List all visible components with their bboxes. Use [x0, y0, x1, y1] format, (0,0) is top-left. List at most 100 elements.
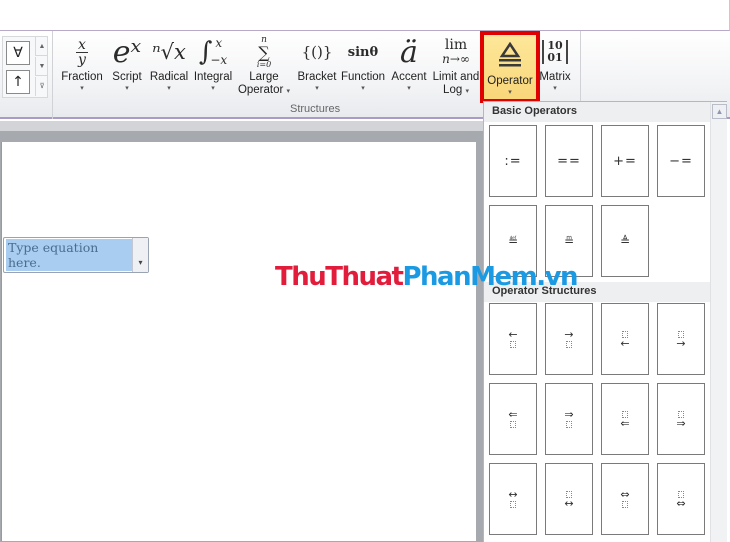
- large-operator-label-2: Operator ▾: [236, 84, 292, 97]
- placeholder-box: [510, 500, 516, 508]
- integral-upper-limit: x: [215, 36, 223, 50]
- symbol-more-button[interactable]: ⊽: [35, 77, 48, 96]
- watermark: ThuThuatPhanMem.vn: [275, 262, 579, 292]
- structure-glyph: →: [676, 330, 686, 349]
- radical-icon: ⁿ√x: [148, 33, 190, 71]
- equation-box[interactable]: Type equation here. ▾: [3, 237, 149, 273]
- operator-colon-equals[interactable]: :=: [489, 125, 537, 197]
- chevron-down-icon: ▾: [361, 85, 365, 92]
- symbol-gallery: ∀ ↑ ▲ ▼ ⊽: [2, 36, 48, 98]
- symbol-up-arrow[interactable]: ↑: [6, 70, 30, 94]
- chevron-down-icon: ▾: [508, 89, 512, 96]
- structure-glyph: ⇐: [508, 407, 518, 429]
- script-label: Script: [112, 71, 142, 83]
- chevron-down-icon: ▾: [211, 85, 215, 92]
- operator-structure-double-right-arrow-above[interactable]: ⇒: [657, 383, 705, 455]
- operator-structure-double-left-arrow-below[interactable]: ⇐: [489, 383, 537, 455]
- equation-options-button[interactable]: ▾: [132, 238, 148, 272]
- operator-structure-right-arrow-above[interactable]: →: [657, 303, 705, 375]
- structure-glyph: ⇒: [564, 407, 574, 429]
- operator-label: Operator: [487, 75, 533, 87]
- operator-symbol: ≝: [507, 234, 519, 248]
- function-label: Function: [340, 71, 386, 83]
- limit-bottom: n→∞: [442, 52, 470, 66]
- chevron-down-icon: ▾: [80, 85, 84, 92]
- arrow-icon: ↔: [508, 487, 518, 501]
- arrow-icon: ⇒: [676, 416, 686, 430]
- symbol-scroll-up-button[interactable]: ▲: [35, 37, 48, 56]
- accent-glyph: ä: [400, 34, 418, 70]
- document-page[interactable]: [1, 142, 476, 541]
- operator-symbol: +=: [613, 153, 637, 169]
- operator-gallery: Basic Operators := == += −= ≝ ≞ ≜ Operat…: [483, 101, 727, 542]
- chevron-down-icon: ▾: [315, 85, 319, 92]
- symbol-for-all[interactable]: ∀: [6, 41, 30, 65]
- fraction-numerator: x: [78, 36, 86, 53]
- placeholder-box: [622, 500, 628, 508]
- symbol-scroll-down-button[interactable]: ▼: [35, 57, 48, 76]
- arrow-icon: ←: [620, 336, 630, 350]
- arrow-icon: ←: [508, 327, 518, 341]
- document-ruler-bar: [0, 121, 485, 131]
- accent-label: Accent: [391, 71, 427, 83]
- operator-button[interactable]: Operator ▾: [480, 31, 540, 103]
- structure-glyph: ⇔: [676, 490, 686, 510]
- fraction-button[interactable]: x y Fraction ▾: [58, 33, 106, 94]
- operator-minus-equals[interactable]: −=: [657, 125, 705, 197]
- arrow-icon: ⇔: [676, 496, 686, 510]
- operator-structure-left-arrow-above[interactable]: ←: [601, 303, 649, 375]
- bracket-button[interactable]: {()} Bracket ▾: [296, 33, 338, 94]
- sum-glyph: ∑: [258, 42, 270, 62]
- placeholder-box: [566, 420, 572, 428]
- operator-structure-double-left-right-arrow-below[interactable]: ⇔: [601, 463, 649, 535]
- group-separator: [580, 31, 581, 105]
- watermark-part-1: ThuThuat: [275, 262, 404, 292]
- sum-lower: i=0: [256, 59, 272, 69]
- equation-input[interactable]: Type equation here.: [6, 239, 133, 271]
- large-operator-icon: n ∑ i=0: [236, 33, 292, 71]
- arrow-icon: ⇐: [508, 407, 518, 421]
- gallery-scrollbar[interactable]: ▲: [710, 102, 727, 542]
- operator-plus-equals[interactable]: +=: [601, 125, 649, 197]
- chevron-down-icon: ▾: [465, 88, 469, 95]
- large-operator-button[interactable]: n ∑ i=0 Large Operator ▾: [236, 33, 292, 97]
- structure-glyph: ←: [508, 327, 518, 349]
- radical-glyph: ⁿ√x: [152, 40, 186, 64]
- function-glyph: sinθ: [347, 44, 379, 60]
- matrix-button[interactable]: 10 01 Matrix ▾: [537, 33, 573, 94]
- gallery-scroll-up-button[interactable]: ▲: [712, 104, 727, 119]
- limit-log-icon: lim n→∞: [430, 33, 482, 71]
- operator-structure-left-arrow-below[interactable]: ←: [489, 303, 537, 375]
- operator-symbol: ==: [557, 153, 581, 169]
- accent-button[interactable]: ä Accent ▾: [389, 33, 429, 94]
- function-button[interactable]: sinθ Function ▾: [339, 33, 387, 94]
- basic-operators-header: Basic Operators: [484, 102, 710, 122]
- radical-button[interactable]: ⁿ√x Radical ▾: [148, 33, 190, 94]
- operator-structure-double-right-arrow-below[interactable]: ⇒: [545, 383, 593, 455]
- operator-delta-equal-to[interactable]: ≜: [601, 205, 649, 277]
- arrow-icon: ⇒: [564, 407, 574, 421]
- operator-structure-double-left-right-arrow-above[interactable]: ⇔: [657, 463, 705, 535]
- limit-log-label-2: Log ▾: [430, 84, 482, 97]
- arrow-icon: ⇔: [620, 487, 630, 501]
- script-button[interactable]: eˣ Script ▾: [108, 33, 146, 94]
- radical-label: Radical: [149, 71, 189, 83]
- chevron-down-icon: ▾: [286, 88, 291, 95]
- arrow-icon: ⇐: [620, 416, 630, 430]
- function-icon: sinθ: [339, 33, 387, 71]
- operator-icon: [484, 35, 536, 75]
- structure-glyph: ⇐: [620, 410, 630, 430]
- operator-structure-left-right-arrow-above[interactable]: ↔: [545, 463, 593, 535]
- structure-glyph: ⇒: [676, 410, 686, 430]
- operator-structure-double-left-arrow-above[interactable]: ⇐: [601, 383, 649, 455]
- placeholder-box: [510, 340, 516, 348]
- structure-glyph: ←: [620, 330, 630, 350]
- operator-double-equals[interactable]: ==: [545, 125, 593, 197]
- limit-top: lim: [444, 37, 468, 53]
- matrix-label: Matrix: [539, 71, 571, 83]
- integral-lower-limit: −x: [210, 53, 228, 67]
- limit-log-button[interactable]: lim n→∞ Limit and Log ▾: [430, 33, 482, 97]
- operator-structure-right-arrow-below[interactable]: →: [545, 303, 593, 375]
- operator-structure-left-right-arrow-below[interactable]: ↔: [489, 463, 537, 535]
- integral-button[interactable]: ∫ x −x Integral ▾: [191, 33, 235, 94]
